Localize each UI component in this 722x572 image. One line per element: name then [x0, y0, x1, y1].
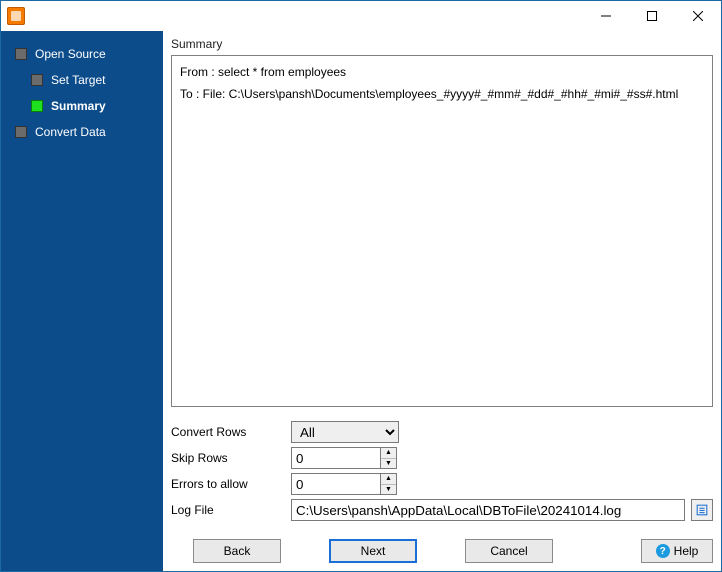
convert-rows-select[interactable]: All: [291, 421, 399, 443]
summary-to-line: To : File: C:\Users\pansh\Documents\empl…: [180, 84, 704, 106]
help-button-label: Help: [674, 544, 699, 558]
window-controls: [583, 1, 721, 31]
sidebar-item-label: Summary: [51, 99, 106, 113]
skip-rows-up[interactable]: ▲: [381, 448, 396, 458]
app-window: Open Source Set Target Summary Convert D…: [0, 0, 722, 572]
summary-from-line: From : select * from employees: [180, 62, 704, 84]
close-icon: [693, 11, 703, 21]
errors-allow-up[interactable]: ▲: [381, 474, 396, 484]
help-button[interactable]: ? Help: [641, 539, 713, 563]
back-button[interactable]: Back: [193, 539, 281, 563]
step-box-icon: [31, 74, 43, 86]
log-file-input[interactable]: [291, 499, 685, 521]
close-button[interactable]: [675, 1, 721, 31]
log-file-label: Log File: [171, 503, 291, 517]
log-file-browse-button[interactable]: [691, 499, 713, 521]
next-button[interactable]: Next: [329, 539, 417, 563]
sidebar-item-summary[interactable]: Summary: [1, 93, 163, 119]
panel-title: Summary: [163, 31, 721, 55]
step-box-icon: [15, 126, 27, 138]
errors-allow-label: Errors to allow: [171, 477, 291, 491]
skip-rows-down[interactable]: ▼: [381, 458, 396, 469]
wizard-sidebar: Open Source Set Target Summary Convert D…: [1, 31, 163, 571]
maximize-icon: [647, 11, 657, 21]
options-form: Convert Rows All Skip Rows ▲ ▼: [163, 415, 721, 531]
minimize-button[interactable]: [583, 1, 629, 31]
browse-icon: [695, 503, 709, 517]
help-icon: ?: [656, 544, 670, 558]
errors-allow-input[interactable]: [291, 473, 381, 495]
sidebar-item-convert-data[interactable]: Convert Data: [1, 119, 163, 145]
app-icon: [7, 7, 25, 25]
sidebar-item-label: Convert Data: [35, 125, 106, 139]
sidebar-item-label: Open Source: [35, 47, 106, 61]
sidebar-item-set-target[interactable]: Set Target: [1, 67, 163, 93]
maximize-button[interactable]: [629, 1, 675, 31]
skip-rows-input[interactable]: [291, 447, 381, 469]
errors-allow-down[interactable]: ▼: [381, 484, 396, 495]
titlebar: [1, 1, 721, 31]
minimize-icon: [601, 11, 611, 21]
skip-rows-label: Skip Rows: [171, 451, 291, 465]
step-box-icon: [31, 100, 43, 112]
main-panel: Summary From : select * from employees T…: [163, 31, 721, 571]
sidebar-item-open-source[interactable]: Open Source: [1, 41, 163, 67]
step-box-icon: [15, 48, 27, 60]
summary-textarea[interactable]: From : select * from employees To : File…: [171, 55, 713, 407]
cancel-button[interactable]: Cancel: [465, 539, 553, 563]
convert-rows-label: Convert Rows: [171, 425, 291, 439]
sidebar-item-label: Set Target: [51, 73, 105, 87]
wizard-footer: Back Next Cancel ? Help: [163, 531, 721, 571]
